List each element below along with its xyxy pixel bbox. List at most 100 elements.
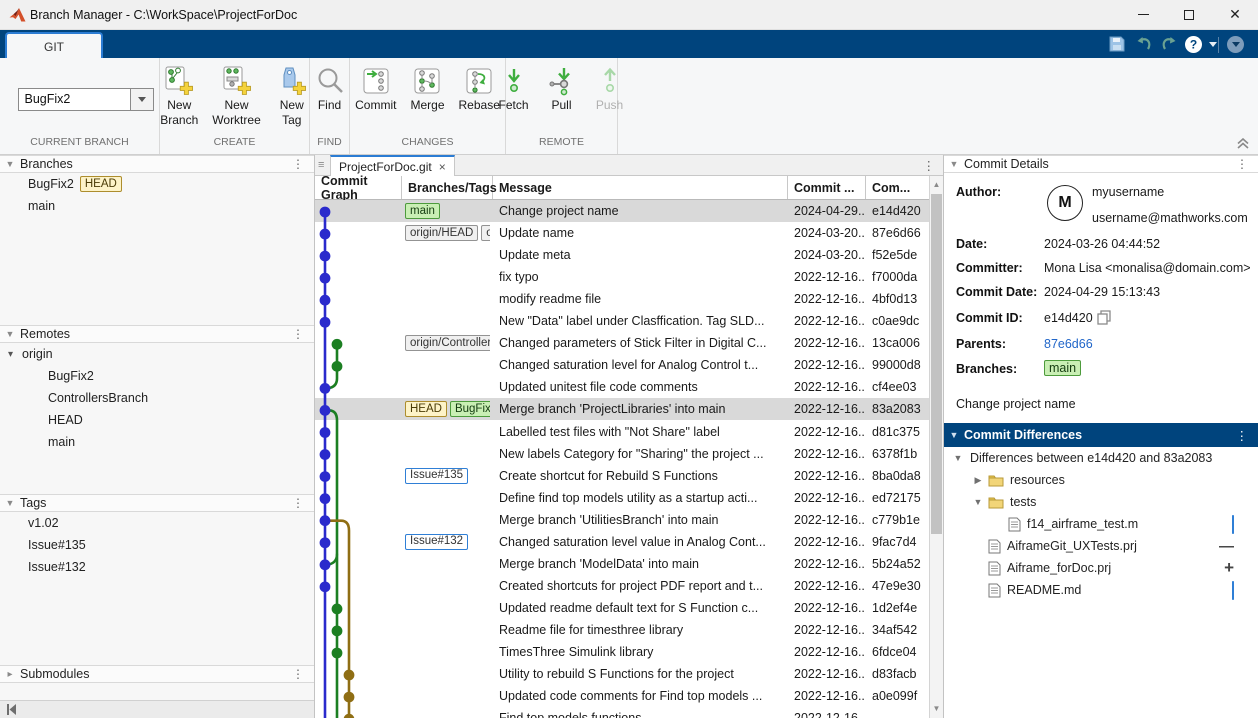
commit-row-e14d420[interactable]: mainChange project name2024-04-29...e14d… — [315, 200, 929, 222]
column-header-branches-tags[interactable]: Branches/Tags — [402, 176, 493, 199]
scroll-up-icon[interactable]: ▲ — [930, 178, 943, 192]
collapse-triangle-icon[interactable]: ▼ — [0, 329, 20, 339]
tag-item-issue132[interactable]: Issue#132 — [0, 556, 314, 578]
commit-row-5b24a52[interactable]: Merge branch 'ModelData' into main2022-1… — [315, 553, 929, 575]
commit-row-d81c375[interactable]: Labelled test files with "Not Share" lab… — [315, 421, 929, 443]
collapse-triangle-icon[interactable]: ▼ — [944, 430, 964, 440]
commit-details-header[interactable]: ▼ Commit Details ⋮ — [944, 155, 1258, 173]
commit-row-8ba0da8[interactable]: Issue#135Create shortcut for Rebuild S F… — [315, 465, 929, 487]
new-branch-button[interactable]: New Branch — [157, 62, 201, 130]
tags-menu-icon[interactable]: ⋮ — [292, 496, 304, 510]
commit-row-cf4ee03[interactable]: Updated unitest file code comments2022-1… — [315, 376, 929, 398]
expand-triangle-icon[interactable]: ▶ — [972, 475, 984, 486]
commit-row-4bf0d13[interactable]: modify readme file2022-12-16...4bf0d13 — [315, 288, 929, 310]
commit-row-34af542[interactable]: Readme file for timesthree library2022-1… — [315, 619, 929, 641]
help-icon[interactable]: ? — [1182, 33, 1204, 55]
new-worktree-button[interactable]: New Worktree — [209, 62, 263, 130]
merge-button[interactable]: Merge — [407, 62, 447, 115]
commit-row-6378f1b[interactable]: New labels Category for "Sharing" the pr… — [315, 443, 929, 465]
branches-menu-icon[interactable]: ⋮ — [292, 157, 304, 171]
commit-differences-header[interactable]: ▼ Commit Differences ⋮ — [944, 423, 1258, 447]
scroll-down-icon[interactable]: ▼ — [930, 702, 943, 716]
tree-item-readme-md[interactable]: README.md — [944, 579, 1258, 601]
collapse-triangle-icon[interactable]: ▼ — [0, 159, 20, 169]
panel-dropdown-icon[interactable] — [1227, 36, 1244, 53]
commit-row-83a2083[interactable]: HEADBugFix2oMerge branch 'ProjectLibrari… — [315, 398, 929, 420]
commit-row-c0ae9dc[interactable]: New "Data" label under Clasffication. Ta… — [315, 310, 929, 332]
branch-item-main[interactable]: main — [0, 195, 314, 217]
commit-row-99000d8[interactable]: Changed saturation level for Analog Cont… — [315, 354, 929, 376]
collapse-triangle-icon[interactable]: ▼ — [944, 159, 964, 169]
remotes-menu-icon[interactable]: ⋮ — [292, 327, 304, 341]
commit-id-cell: 1d2ef4e — [866, 597, 929, 619]
parent-commit-link[interactable]: 87e6d66 — [1044, 337, 1093, 351]
column-header-message[interactable]: Message — [493, 176, 788, 199]
branches-panel-header[interactable]: ▼ Branches ⋮ — [0, 155, 314, 173]
copy-icon[interactable] — [1097, 310, 1111, 325]
pull-button[interactable]: Pull — [542, 62, 582, 115]
scrollbar-thumb[interactable] — [931, 194, 942, 534]
tag-item-issue135[interactable]: Issue#135 — [0, 534, 314, 556]
minimize-button[interactable] — [1120, 0, 1166, 29]
redo-icon[interactable] — [1158, 33, 1180, 55]
column-header-commit-date[interactable]: Commit ... — [788, 176, 866, 199]
remote-item-origin[interactable]: ▾origin — [0, 343, 314, 365]
collapse-triangle-icon[interactable]: ▾ — [8, 349, 22, 360]
tree-item-differences-between-e14d420-and-83a2083[interactable]: ▼Differences between e14d420 and 83a2083 — [944, 447, 1258, 469]
tree-item-aiframegit-uxtests-prj[interactable]: AiframeGit_UXTests.prj— — [944, 535, 1258, 557]
remotes-panel-header[interactable]: ▼ Remotes ⋮ — [0, 325, 314, 343]
remote-branch-item-main[interactable]: main — [0, 431, 314, 453]
save-icon[interactable] — [1106, 33, 1128, 55]
tree-item-aiframe-fordoc-prj[interactable]: Aiframe_forDoc.prj+ — [944, 557, 1258, 579]
tab-git[interactable]: GIT — [5, 32, 103, 60]
tab-bar-menu-icon[interactable]: ⋮ — [923, 158, 936, 173]
commit-row-d83facb[interactable]: Utility to rebuild S Functions for the p… — [315, 663, 929, 685]
collapse-triangle-icon[interactable]: ▼ — [952, 453, 964, 463]
sidebar-horizontal-scrollbar[interactable] — [0, 700, 314, 718]
tree-item-f14-airframe-test-m[interactable]: f14_airframe_test.m — [944, 513, 1258, 535]
commit-row-9fac7d4[interactable]: Issue#132Changed saturation level value … — [315, 531, 929, 553]
submodules-menu-icon[interactable]: ⋮ — [292, 667, 304, 681]
current-branch-dropdown-button[interactable] — [131, 88, 154, 111]
collapse-triangle-icon[interactable]: ▼ — [0, 498, 20, 508]
scroll-left-end-icon[interactable] — [6, 704, 17, 715]
remote-branch-item-head[interactable]: HEAD — [0, 409, 314, 431]
commit-button[interactable]: Commit — [352, 62, 399, 115]
commit-row-87e6d66[interactable]: origin/HEADorigUpdate name2024-03-20...8… — [315, 222, 929, 244]
close-button[interactable]: ✕ — [1212, 0, 1258, 29]
tree-item-resources[interactable]: ▶resources — [944, 469, 1258, 491]
commit-row-partial[interactable]: Find top models functions2022-12-16... — [315, 707, 929, 718]
commit-row-6fdce04[interactable]: TimesThree Simulink library2022-12-16...… — [315, 641, 929, 663]
commit-list-scrollbar[interactable]: ▲ ▼ — [929, 176, 943, 718]
collapse-triangle-icon[interactable]: ▼ — [972, 497, 984, 507]
commit-row-f7000da[interactable]: fix typo2022-12-16...f7000da — [315, 266, 929, 288]
commit-row-13ca006[interactable]: origin/ControllersBranchChanged paramete… — [315, 332, 929, 354]
tree-item-tests[interactable]: ▼tests — [944, 491, 1258, 513]
commit-differences-menu-icon[interactable]: ⋮ — [1236, 428, 1249, 443]
tags-panel-header[interactable]: ▼ Tags ⋮ — [0, 494, 314, 512]
expand-triangle-icon[interactable]: ▸ — [0, 669, 20, 680]
commit-row-ed72175[interactable]: Define find top models utility as a star… — [315, 487, 929, 509]
tag-item-v1.02[interactable]: v1.02 — [0, 512, 314, 534]
commit-row-c779b1e[interactable]: Merge branch 'UtilitiesBranch' into main… — [315, 509, 929, 531]
commit-details-menu-icon[interactable]: ⋮ — [1236, 157, 1248, 171]
submodules-panel-header[interactable]: ▸ Submodules ⋮ — [0, 665, 314, 683]
find-button[interactable]: Find — [310, 62, 350, 115]
current-branch-input[interactable]: BugFix2 — [18, 88, 131, 111]
column-header-commit-id[interactable]: Com... — [866, 176, 929, 199]
maximize-button[interactable] — [1166, 0, 1212, 29]
new-tag-button[interactable]: New Tag — [272, 62, 312, 130]
tab-close-icon[interactable]: × — [439, 160, 446, 174]
collapse-ribbon-icon[interactable] — [1236, 138, 1250, 149]
commit-row-a0e099f[interactable]: Updated code comments for Find top model… — [315, 685, 929, 707]
fetch-button[interactable]: Fetch — [494, 62, 534, 115]
column-header-commit-graph[interactable]: Commit Graph — [315, 176, 402, 199]
commit-row-47e9e30[interactable]: Created shortcuts for project PDF report… — [315, 575, 929, 597]
panel-menu-icon[interactable]: ≡ — [318, 159, 324, 171]
branch-item-bugfix2[interactable]: BugFix2HEAD — [0, 173, 314, 195]
undo-icon[interactable] — [1133, 33, 1155, 55]
commit-row-1d2ef4e[interactable]: Updated readme default text for S Functi… — [315, 597, 929, 619]
remote-branch-item-controllersbranch[interactable]: ControllersBranch — [0, 387, 314, 409]
remote-branch-item-bugfix2[interactable]: BugFix2 — [0, 365, 314, 387]
commit-row-f52e5de[interactable]: Update meta2024-03-20...f52e5de — [315, 244, 929, 266]
